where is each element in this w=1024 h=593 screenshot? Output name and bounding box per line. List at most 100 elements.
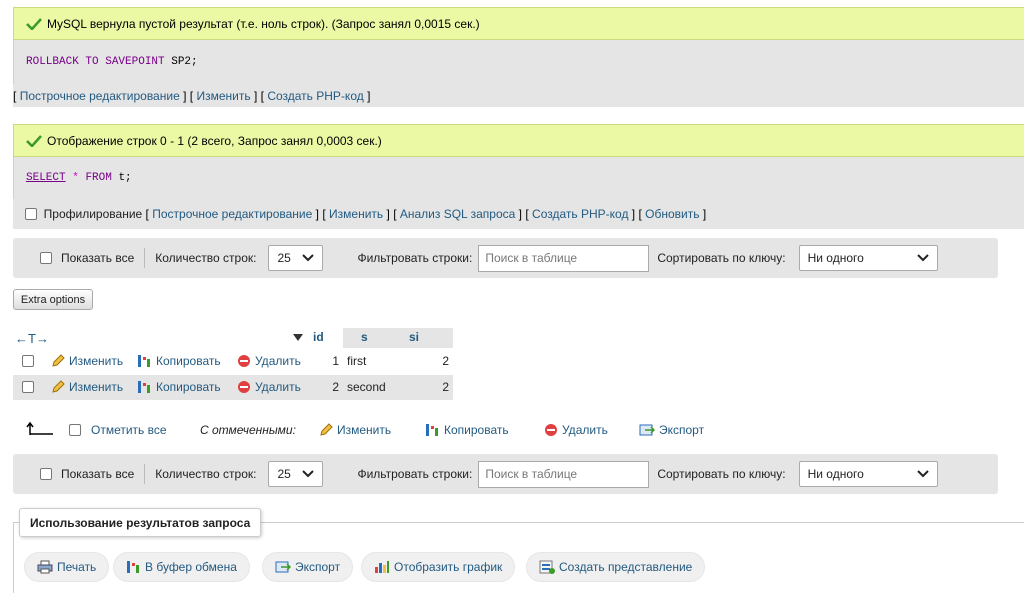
results-header: ←T→ id s si: [13, 328, 453, 348]
copy-icon: [138, 381, 150, 393]
bulk-actions: Отметить все С отмеченными: Изменить Коп…: [13, 418, 733, 443]
cell-si: 2: [442, 380, 449, 394]
row-edit-button[interactable]: Изменить: [51, 354, 123, 368]
check-all-checkbox[interactable]: [69, 424, 81, 436]
filter-label: Фильтровать строки:: [357, 467, 473, 481]
inline-edit-link[interactable]: Построчное редактирование: [152, 207, 312, 221]
show-all-checkbox[interactable]: [40, 468, 52, 480]
refresh-link[interactable]: Обновить: [645, 207, 699, 221]
bulk-delete-button[interactable]: Удалить: [544, 423, 608, 437]
sort-value: Ни одного: [807, 251, 864, 265]
delete-icon: [238, 381, 250, 393]
sort-label: Сортировать по ключу:: [657, 251, 786, 265]
filter-label: Фильтровать строки:: [357, 251, 473, 265]
create-php-link[interactable]: Создать PHP-код: [532, 207, 628, 221]
row-edit-label: Изменить: [69, 380, 124, 394]
sql-select-keyword[interactable]: SELECT: [26, 172, 66, 184]
show-all-label: Показать все: [61, 467, 135, 481]
bulk-export-label: Экспорт: [659, 423, 705, 437]
row-copy-button[interactable]: Копировать: [137, 380, 221, 394]
copy-icon: [127, 561, 139, 573]
extra-options-button[interactable]: Extra options: [13, 289, 93, 310]
profiling-label: Профилирование: [43, 207, 143, 221]
cell-s: second: [347, 380, 386, 394]
print-button[interactable]: Печать: [24, 552, 110, 582]
clipboard-label: В буфер обмена: [145, 560, 237, 574]
column-header-id[interactable]: id: [313, 330, 324, 344]
check-all-label[interactable]: Отметить все: [91, 423, 167, 437]
chevron-down-icon: [916, 470, 929, 478]
sort-label: Сортировать по ключу:: [657, 467, 786, 481]
sort-value: Ни одного: [807, 467, 864, 481]
clipboard-button[interactable]: В буфер обмена: [113, 552, 250, 582]
bulk-export-button[interactable]: Экспорт: [639, 423, 704, 437]
export-button[interactable]: Экспорт: [262, 552, 354, 582]
delete-icon: [545, 424, 557, 436]
export-icon: [639, 424, 655, 436]
cell-id: 1: [332, 354, 339, 368]
export-label: Экспорт: [295, 560, 341, 574]
chevron-down-icon: [916, 254, 929, 262]
profiling-checkbox[interactable]: [25, 208, 37, 220]
display-chart-button[interactable]: Отобразить график: [361, 552, 516, 582]
notice-2-text: Отображение строк 0 - 1 (2 всего, Запрос…: [47, 133, 382, 148]
navigation-toolbar-bottom: Показать все Количество строк: 25 Фильтр…: [13, 454, 998, 494]
query-links-1: [ Построчное редактирование ] [ Изменить…: [13, 84, 1024, 107]
row-delete-button[interactable]: Удалить: [237, 354, 301, 368]
sort-select[interactable]: Ни одного: [798, 461, 938, 487]
column-nav-arrows[interactable]: ←T→: [15, 331, 49, 346]
show-all-checkbox[interactable]: [40, 252, 52, 264]
create-view-button[interactable]: Создать представление: [526, 552, 706, 582]
row-count-select[interactable]: 25: [268, 461, 324, 487]
row-delete-label: Удалить: [255, 380, 301, 394]
bulk-edit-label: Изменить: [337, 423, 392, 437]
bulk-copy-button[interactable]: Копировать: [425, 423, 509, 437]
print-label: Печать: [57, 560, 97, 574]
create-php-link[interactable]: Создать PHP-код: [267, 89, 363, 103]
row-count-label: Количество строк:: [155, 467, 257, 481]
check-icon: [26, 17, 42, 30]
row-delete-label: Удалить: [255, 354, 301, 368]
filter-input[interactable]: Поиск в таблице: [478, 244, 650, 272]
column-header-s[interactable]: s: [361, 330, 368, 344]
sql-query-1: ROLLBACK TO SAVEPOINT SP2;: [13, 40, 1024, 84]
filter-input[interactable]: Поиск в таблице: [478, 460, 650, 488]
cell-s: first: [347, 354, 367, 368]
row-edit-button[interactable]: Изменить: [51, 380, 123, 394]
query-results-legend: Использование результатов запроса: [19, 508, 262, 537]
row-checkbox[interactable]: [22, 381, 34, 393]
column-header-si[interactable]: si: [409, 330, 419, 344]
row-count-value: 25: [277, 467, 291, 481]
pencil-icon: [52, 380, 65, 393]
copy-icon: [426, 424, 438, 436]
row-copy-label: Копировать: [156, 354, 221, 368]
query-links-2: Профилирование [ Построчное редактирован…: [13, 199, 1024, 229]
create-view-label: Создать представление: [559, 560, 693, 574]
row-delete-button[interactable]: Удалить: [237, 380, 301, 394]
table-row: Изменить Копировать Удалить 1 first 2: [13, 349, 453, 374]
analyze-sql-link[interactable]: Анализ SQL запроса: [400, 207, 515, 221]
pencil-icon: [52, 354, 65, 367]
cell-si: 2: [442, 354, 449, 368]
row-copy-button[interactable]: Копировать: [137, 354, 221, 368]
sql-identifier: SP2;: [171, 56, 198, 68]
display-chart-label: Отобразить график: [394, 560, 503, 574]
cell-id: 2: [332, 380, 339, 394]
check-icon: [26, 134, 42, 147]
inline-edit-link[interactable]: Построчное редактирование: [20, 89, 180, 103]
row-count-label: Количество строк:: [155, 251, 257, 265]
sql-from-keyword: FROM: [85, 172, 112, 184]
row-count-select[interactable]: 25: [268, 245, 324, 271]
sort-down-icon: [293, 334, 303, 341]
divider: [144, 464, 146, 484]
notice-1-text: MySQL вернула пустой результат (т.е. нол…: [47, 16, 480, 31]
show-all-label: Показать все: [61, 251, 135, 265]
row-copy-label: Копировать: [156, 380, 221, 394]
edit-link[interactable]: Изменить: [196, 89, 250, 103]
edit-link[interactable]: Изменить: [329, 207, 383, 221]
sort-select[interactable]: Ни одного: [798, 245, 938, 271]
delete-icon: [238, 355, 250, 367]
bulk-delete-label: Удалить: [562, 423, 608, 437]
bulk-edit-button[interactable]: Изменить: [319, 423, 391, 437]
row-checkbox[interactable]: [22, 355, 34, 367]
